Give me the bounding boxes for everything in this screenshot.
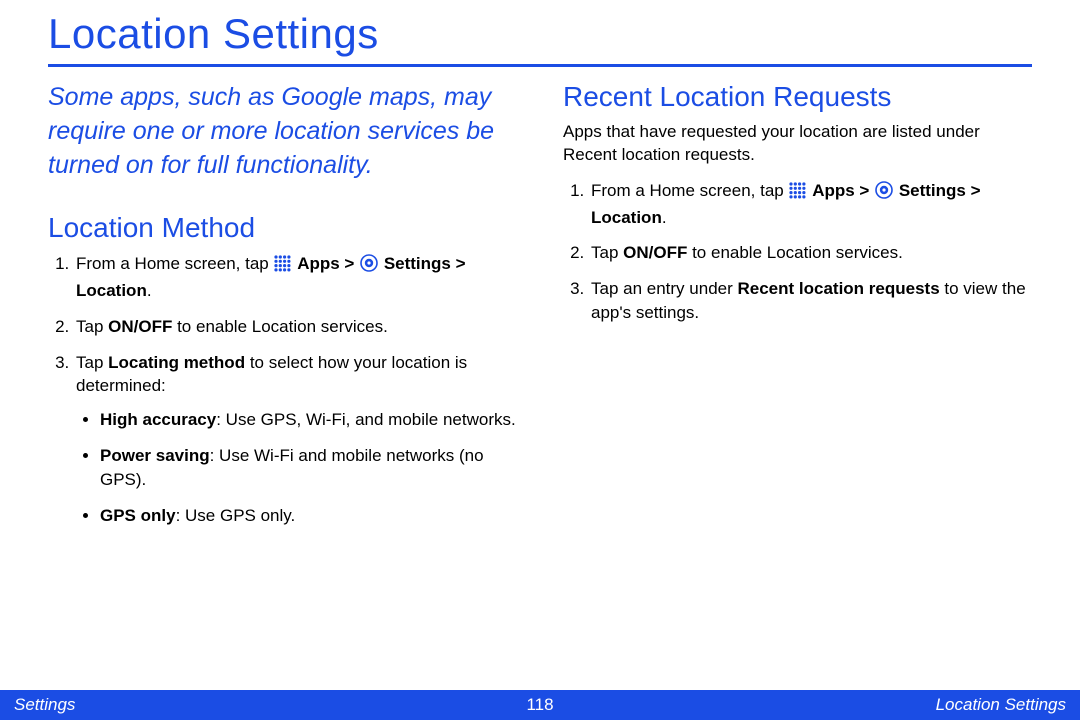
page-title: Location Settings [48, 10, 1032, 58]
separator: > [966, 181, 981, 200]
step-text: Tap [76, 317, 108, 336]
section-intro: Apps that have requested your location a… [563, 121, 1032, 167]
step-text: Tap [76, 353, 108, 372]
separator: > [451, 254, 466, 273]
step-text: to enable Location services. [687, 243, 902, 262]
apps-label: Apps [812, 181, 855, 200]
bullet-item: GPS only: Use GPS only. [100, 504, 517, 528]
apps-grid-icon [274, 255, 291, 279]
step-item: Tap an entry under Recent location reque… [589, 277, 1032, 325]
steps-location-method: From a Home screen, tap Apps > Settings … [48, 252, 517, 527]
intro-paragraph: Some apps, such as Google maps, may requ… [48, 81, 517, 182]
bullet-text: : Use GPS only. [176, 506, 296, 525]
steps-recent-requests: From a Home screen, tap Apps > Settings … [563, 179, 1032, 325]
location-label: Location [76, 281, 147, 300]
location-label: Location [591, 208, 662, 227]
step-item: Tap ON/OFF to enable Location services. [589, 241, 1032, 265]
bullet-item: Power saving: Use Wi-Fi and mobile netwo… [100, 444, 517, 492]
period: . [147, 281, 152, 300]
settings-gear-icon [360, 254, 378, 279]
section-heading-recent-requests: Recent Location Requests [563, 81, 1032, 113]
step-item: Tap Locating method to select how your l… [74, 351, 517, 528]
method-bullets: High accuracy: Use GPS, Wi-Fi, and mobil… [76, 408, 517, 527]
content-area: Location Settings Some apps, such as Goo… [0, 0, 1080, 539]
step-item: From a Home screen, tap Apps > Settings … [589, 179, 1032, 230]
settings-gear-icon [875, 181, 893, 206]
onoff-label: ON/OFF [108, 317, 172, 336]
footer-right: Location Settings [936, 695, 1066, 715]
two-column-layout: Some apps, such as Google maps, may requ… [48, 81, 1032, 539]
step-item: Tap ON/OFF to enable Location services. [74, 315, 517, 339]
step-text: Tap [591, 243, 623, 262]
apps-label: Apps [297, 254, 340, 273]
step-text: From a Home screen, tap [591, 181, 788, 200]
bullet-item: High accuracy: Use GPS, Wi-Fi, and mobil… [100, 408, 517, 432]
footer-left: Settings [14, 695, 75, 715]
footer-page-number: 118 [526, 695, 553, 715]
step-item: From a Home screen, tap Apps > Settings … [74, 252, 517, 303]
bullet-label: High accuracy [100, 410, 216, 429]
separator: > [855, 181, 874, 200]
settings-label: Settings [384, 254, 451, 273]
apps-grid-icon [789, 182, 806, 206]
settings-label: Settings [899, 181, 966, 200]
separator: > [340, 254, 359, 273]
onoff-label: ON/OFF [623, 243, 687, 262]
left-column: Some apps, such as Google maps, may requ… [48, 81, 517, 539]
period: . [662, 208, 667, 227]
section-heading-location-method: Location Method [48, 212, 517, 244]
recent-requests-label: Recent location requests [737, 279, 939, 298]
title-rule [48, 64, 1032, 67]
locating-method-label: Locating method [108, 353, 245, 372]
bullet-label: GPS only [100, 506, 176, 525]
right-column: Recent Location Requests Apps that have … [563, 81, 1032, 539]
step-text: Tap an entry under [591, 279, 737, 298]
bullet-label: Power saving [100, 446, 210, 465]
page: Location Settings Some apps, such as Goo… [0, 0, 1080, 720]
bullet-text: : Use GPS, Wi-Fi, and mobile networks. [216, 410, 515, 429]
page-footer: Settings 118 Location Settings [0, 690, 1080, 720]
step-text: From a Home screen, tap [76, 254, 273, 273]
step-text: to enable Location services. [172, 317, 387, 336]
